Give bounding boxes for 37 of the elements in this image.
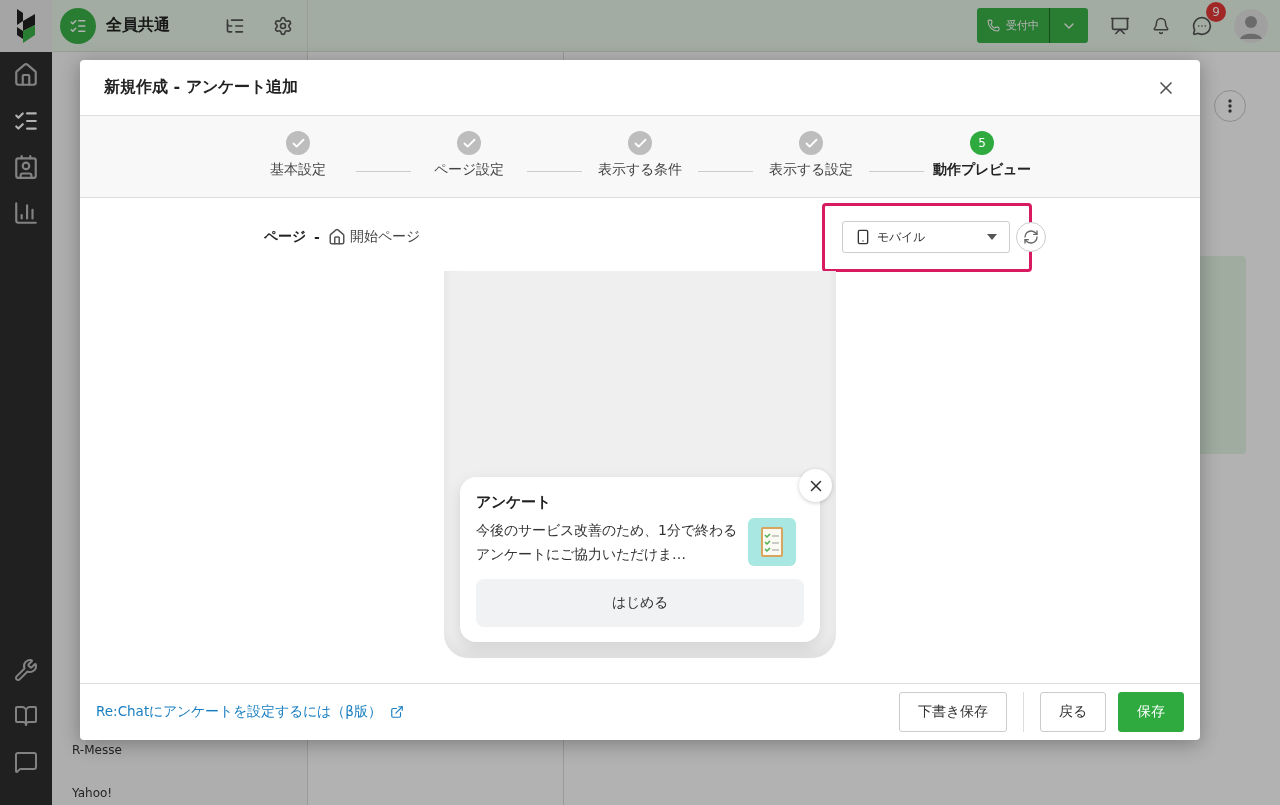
step-label[interactable]: 表示する設定 [769,161,853,179]
step-label[interactable]: 基本設定 [270,161,326,179]
close-button[interactable] [799,469,832,502]
phone-icon [987,19,1000,32]
step-number: 5 [970,131,994,155]
refresh-button[interactable] [1016,222,1046,252]
survey-title: アンケート [476,493,552,512]
start-button[interactable]: はじめる [476,579,804,627]
step-label[interactable]: 表示する条件 [598,161,682,179]
step-label[interactable]: 動作プレビュー [933,161,1031,179]
survey-text: 今後のサービス改善のため、1分で終わるアンケートにご協力いただけま… [476,521,738,564]
dialog-title: 新規作成 - アンケート追加 [104,77,298,98]
sidebar-item[interactable]: R-Messe [72,743,307,757]
more-icon [1228,99,1232,113]
dropdown-triangle-icon [987,234,997,240]
page-name: 開始ページ [349,228,420,246]
sidebar-item[interactable]: Yahoo! [72,786,307,800]
separator: - [314,229,320,245]
logo-icon [15,9,37,43]
step-label[interactable]: ページ設定 [434,161,504,179]
house-icon [327,228,346,246]
footer-button[interactable]: 下書き保存 [899,692,1007,732]
notification-badge: 9 [1206,1,1226,22]
page-label: ページ [264,228,306,246]
device-select[interactable]: モバイル [842,221,1010,253]
avatar[interactable] [1234,8,1268,43]
refresh-icon [1023,229,1039,245]
bell-icon[interactable] [1152,16,1170,35]
workspace-name: 全員共通 [106,15,170,36]
external-link-icon [389,705,404,719]
chat-icon[interactable] [1192,15,1212,36]
footer-button[interactable]: 戻る [1040,692,1106,732]
help-link[interactable]: Re:Chatにアンケートを設定するには（β版） [96,703,404,721]
smartphone-icon [855,229,871,245]
settings-icon[interactable] [273,15,293,36]
checklist-icon [748,518,796,566]
easel-icon[interactable] [1110,15,1130,36]
